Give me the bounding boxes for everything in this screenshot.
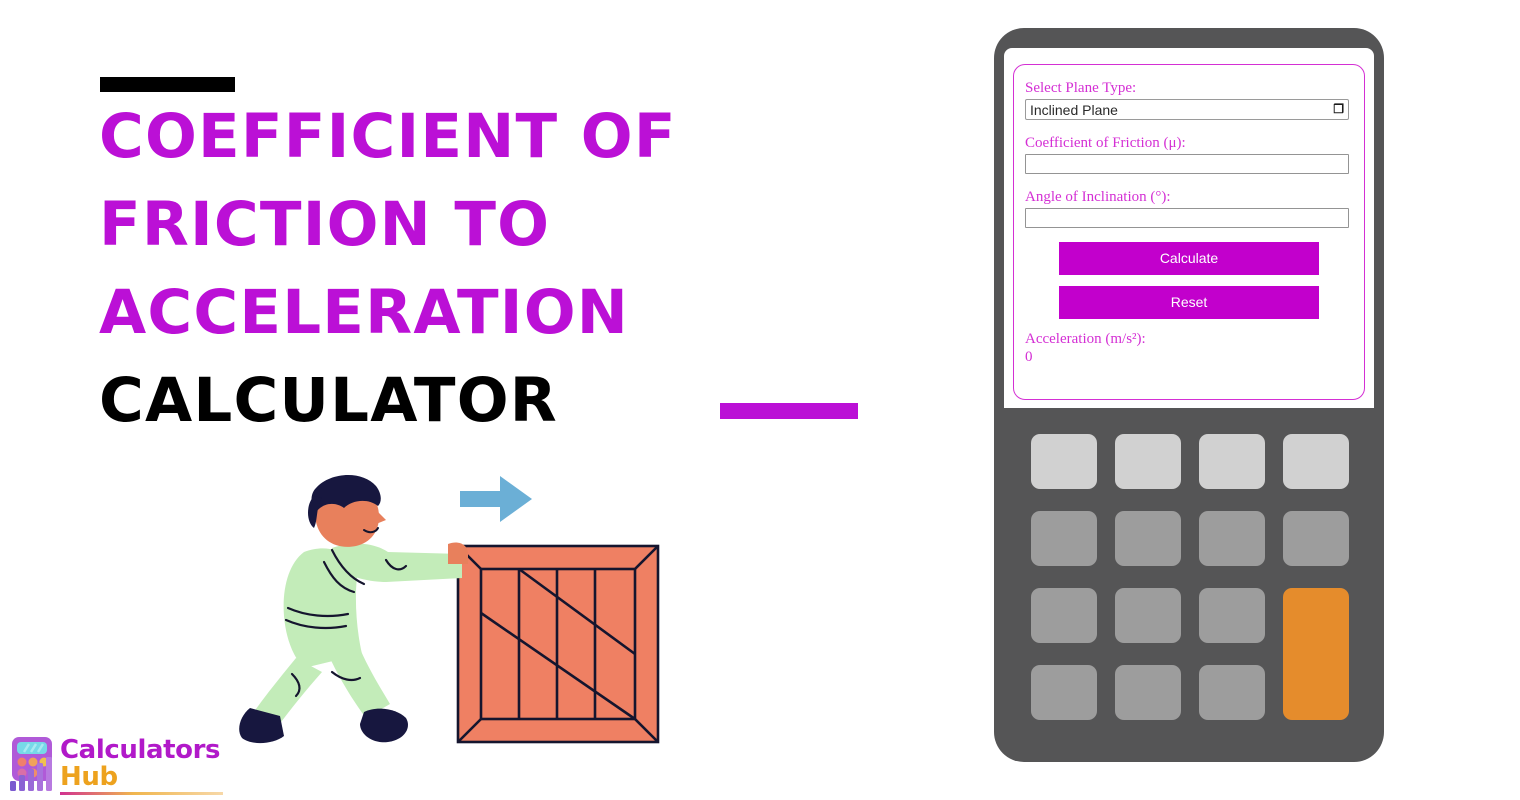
key-r3c2[interactable] — [1115, 588, 1181, 643]
title-line-3: ACCELERATION — [99, 277, 630, 348]
friction-input[interactable] — [1025, 154, 1349, 174]
title-top-rule — [100, 77, 235, 92]
force-arrow-icon — [460, 476, 532, 522]
calculate-button[interactable]: Calculate — [1059, 242, 1319, 275]
calculator-bars-icon — [8, 735, 60, 793]
friction-label: Coefficient of Friction (μ): — [1025, 135, 1186, 151]
title-bottom-rule — [720, 403, 858, 419]
key-equals[interactable] — [1283, 588, 1349, 720]
result-value: 0 — [1025, 349, 1033, 365]
key-r3c1[interactable] — [1031, 588, 1097, 643]
title-line-2: FRICTION TO — [99, 189, 551, 260]
person-shape — [239, 474, 468, 744]
page-title: COEFFICIENT OF FRICTION TO ACCELERATION … — [99, 93, 799, 445]
crate-shape — [456, 544, 660, 744]
logo-word-hub: Hub — [60, 762, 118, 792]
key-r2c3[interactable] — [1199, 511, 1265, 566]
result-block: Acceleration (m/s²): 0 — [1025, 330, 1353, 366]
key-r1c3[interactable] — [1199, 434, 1265, 489]
key-r2c4[interactable] — [1283, 511, 1349, 566]
calculators-hub-logo[interactable]: Calculators Hub — [8, 735, 223, 797]
result-label: Acceleration (m/s²): — [1025, 331, 1146, 347]
plane-type-label: Select Plane Type: — [1025, 80, 1137, 96]
plane-type-select[interactable]: Inclined Plane Horizontal Plane — [1025, 99, 1349, 120]
key-r4c1[interactable] — [1031, 665, 1097, 720]
key-r3c3[interactable] — [1199, 588, 1265, 643]
logo-word-calculators: Calculators — [60, 735, 221, 765]
key-r1c4[interactable] — [1283, 434, 1349, 489]
person-pushing-crate-illustration — [236, 468, 676, 758]
calculator-keypad — [1031, 434, 1349, 728]
title-line-4: CALCULATOR — [99, 365, 558, 436]
angle-input[interactable] — [1025, 208, 1349, 228]
key-r1c2[interactable] — [1115, 434, 1181, 489]
key-r2c2[interactable] — [1115, 511, 1181, 566]
key-r1c1[interactable] — [1031, 434, 1097, 489]
angle-label: Angle of Inclination (°): — [1025, 189, 1171, 205]
reset-button[interactable]: Reset — [1059, 286, 1319, 319]
hero-panel: COEFFICIENT OF FRICTION TO ACCELERATION … — [0, 0, 960, 800]
key-r4c2[interactable] — [1115, 665, 1181, 720]
calculator-form: Select Plane Type: Inclined Plane Horizo… — [1013, 64, 1365, 400]
logo-underline — [60, 792, 223, 795]
key-r4c3[interactable] — [1199, 665, 1265, 720]
title-line-1: COEFFICIENT OF — [99, 101, 677, 172]
key-r2c1[interactable] — [1031, 511, 1097, 566]
